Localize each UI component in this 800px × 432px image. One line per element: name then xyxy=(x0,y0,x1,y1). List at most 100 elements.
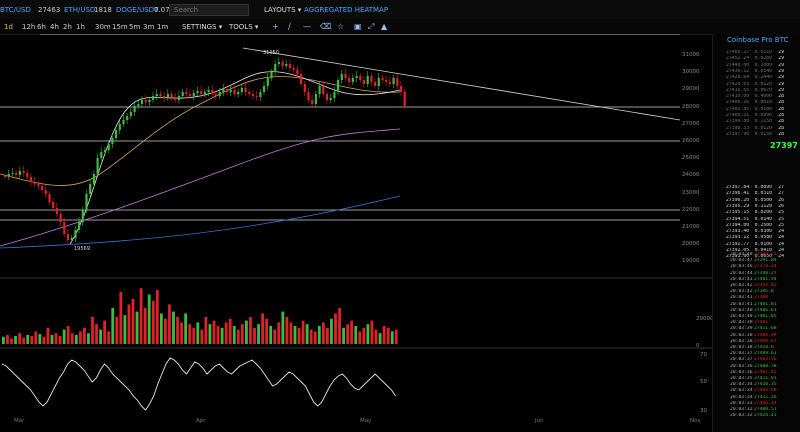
ma-orange-line xyxy=(0,76,401,186)
candle xyxy=(207,90,210,92)
orderbook-row[interactable]: 27397.90 0.0150 28 xyxy=(726,132,800,138)
timeframe-15m[interactable]: 15m xyxy=(112,23,128,31)
trade-time: 20:03:32 xyxy=(730,407,753,412)
price-axis-label: 29000 xyxy=(682,86,700,93)
price-axis-label: 26000 xyxy=(682,138,700,144)
settings-menu[interactable]: SETTINGS ▾ xyxy=(182,23,222,31)
alert-icon[interactable]: ▲ xyxy=(381,22,387,31)
orderbook-row[interactable]: 27399.80 0.1150 28 xyxy=(726,119,800,125)
trade-price: 27391.84 xyxy=(754,258,777,264)
aggregated-heatmap-link[interactable]: AGGREGATED HEATMAP xyxy=(304,6,388,14)
orderbook-row[interactable]: 27396.20 0.0500 26 xyxy=(726,198,800,204)
candle xyxy=(111,138,114,144)
orderbook-row[interactable]: 27395.29 0.1120 26 xyxy=(726,204,800,210)
ticker-symbol[interactable]: DOGE/USDT xyxy=(116,6,158,14)
volume-bar xyxy=(10,338,13,344)
candle xyxy=(159,94,162,96)
orderbook-row[interactable]: 27402.85 0.0280 28 xyxy=(726,107,800,113)
candle xyxy=(44,190,47,194)
candle xyxy=(163,96,166,98)
orderbook-total: 29 xyxy=(778,75,784,81)
orderbook-row[interactable]: 27440.00 0.1000 29 xyxy=(726,63,800,69)
orderbook-size: 0.0500 xyxy=(754,197,772,203)
orderbook-row[interactable]: 27396.41 0.0310 27 xyxy=(726,191,800,197)
orderbook-row[interactable]: 27394.00 0.2500 25 xyxy=(726,223,800,229)
orderbook-row[interactable]: 27393.12 0.0580 24 xyxy=(726,235,800,241)
timeframe-4h[interactable]: 4h xyxy=(50,23,59,31)
price-axis-label: 24000 xyxy=(682,172,700,179)
orderbook-row[interactable]: 27452.24 0.0280 29 xyxy=(726,56,800,62)
orderbook-row[interactable]: 27428.64 0.2440 29 xyxy=(726,75,800,81)
ticker-symbol[interactable]: BTC/USD xyxy=(0,6,31,14)
fullscreen-icon[interactable]: ⤢ xyxy=(368,22,374,32)
trade-row: 20:03:3727403.56 xyxy=(730,357,800,363)
orderbook-size: 0.2440 xyxy=(754,75,772,81)
candle xyxy=(100,152,103,158)
volume-bar xyxy=(317,326,321,344)
ticker-symbol[interactable]: ETH/USD xyxy=(64,6,95,14)
orderbook-price: 27428.64 xyxy=(726,75,750,81)
trade-price: 27407.45 xyxy=(754,369,777,375)
trade-row: 20:03:4227393.05 xyxy=(730,283,800,289)
candle xyxy=(340,74,343,80)
price-axis-label: 30000 xyxy=(682,69,700,76)
orderbook-row[interactable]: 27400.31 0.0990 28 xyxy=(726,113,800,119)
volume-bar xyxy=(257,324,260,344)
trendline[interactable] xyxy=(242,47,681,121)
timeframe-1m[interactable]: 1m xyxy=(157,23,168,31)
orderbook-row[interactable]: 27436.12 0.0540 29 xyxy=(726,69,800,75)
trade-row: 20:03:4627378.24 xyxy=(730,264,800,270)
star-icon[interactable]: ☆ xyxy=(337,22,344,31)
volume-bar xyxy=(46,327,50,344)
orderbook-size: 0.0280 xyxy=(754,106,772,112)
volume-bar xyxy=(127,304,131,344)
orderbook-row[interactable]: 27410.00 0.4000 28 xyxy=(726,94,800,100)
layouts-menu[interactable]: LAYOUTS ▾ xyxy=(264,6,301,14)
crosshair-icon[interactable]: + xyxy=(272,22,279,31)
timeframe-5m[interactable]: 5m xyxy=(129,23,140,31)
candle xyxy=(92,174,95,184)
orderbook-size: 0.0670 xyxy=(754,87,772,93)
candle xyxy=(18,171,21,175)
orderbook-row[interactable]: 27460.27 0.0210 29 xyxy=(726,50,800,56)
orderbook-row[interactable]: 27395.15 0.0200 25 xyxy=(726,210,800,216)
trade-time: 20:03:37 xyxy=(730,351,753,357)
horizontal-line-icon[interactable]: — xyxy=(303,22,311,31)
timeframe-1h[interactable]: 1h xyxy=(76,23,85,31)
trade-time: 20:03:38 xyxy=(730,345,753,350)
orderbook-row[interactable]: 27406.16 0.0610 28 xyxy=(726,100,800,106)
tools-menu[interactable]: TOOLS ▾ xyxy=(229,23,258,31)
orderbook-row[interactable]: 27420.03 0.0120 29 xyxy=(726,82,800,88)
candle xyxy=(70,238,73,240)
timeframe-2h[interactable]: 2h xyxy=(63,23,72,31)
candle xyxy=(129,112,132,116)
candle xyxy=(203,92,206,94)
trade-time: 20:03:34 xyxy=(730,394,753,400)
price-chart[interactable]: 31050 19569 31000 30000 29000 28000 27000 260… xyxy=(0,34,714,426)
timeframe-1d[interactable]: 1d xyxy=(4,23,13,31)
orderbook-row[interactable]: 27415.55 0.0670 29 xyxy=(726,88,800,94)
orderbook-row[interactable]: 27394.51 0.0140 25 xyxy=(726,217,800,223)
volume-bar xyxy=(212,320,216,344)
volume-bar xyxy=(196,322,200,344)
camera-icon[interactable]: ▣ xyxy=(354,22,362,31)
timeframe-3m[interactable]: 3m xyxy=(143,23,154,31)
search-input[interactable] xyxy=(169,4,249,16)
candle xyxy=(29,177,33,182)
orderbook-total: 24 xyxy=(778,241,784,247)
timeframe-30m[interactable]: 30m xyxy=(95,23,111,31)
trendline-icon[interactable]: ∕ xyxy=(288,22,291,31)
orderbook-row[interactable]: 27393.40 0.0300 24 xyxy=(726,229,800,235)
orderbook-price: 27392.77 xyxy=(726,241,750,247)
candle xyxy=(288,64,292,68)
timeframe-6h[interactable]: 6h xyxy=(37,23,46,31)
orderbook-row[interactable]: 27397.84 0.0890 27 xyxy=(726,185,800,191)
volume-bar xyxy=(386,327,390,344)
chart-canvas[interactable]: 31050 19569 xyxy=(0,34,712,432)
eraser-icon[interactable]: ⌫ xyxy=(320,22,331,31)
trade-row: 20:03:4027406.61 xyxy=(730,308,800,314)
orderbook-row[interactable]: 27392.77 0.0100 24 xyxy=(726,242,800,248)
orderbook-row[interactable]: 27398.53 0.0120 28 xyxy=(726,126,800,132)
timeframe-12h[interactable]: 12h xyxy=(22,23,35,31)
ticker-bar: BTC/USD 27463 ETH/USD 1818 DOGE/USDT 0.0… xyxy=(0,0,800,20)
